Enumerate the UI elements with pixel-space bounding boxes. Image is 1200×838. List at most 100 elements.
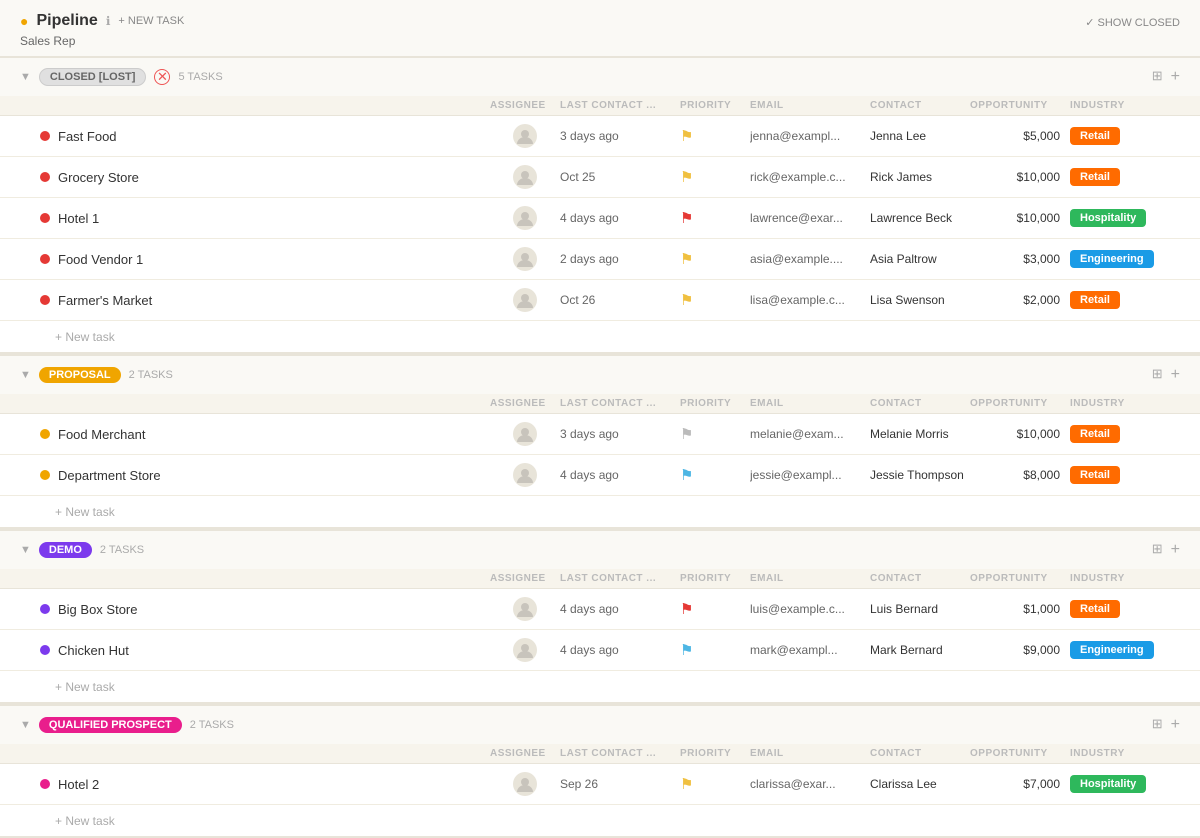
row-industry[interactable]: Retail xyxy=(1070,168,1180,186)
row-assignee xyxy=(490,597,560,621)
row-name-label: Food Merchant xyxy=(58,427,145,442)
row-name-1: Department Store xyxy=(40,468,490,483)
row-name-label: Department Store xyxy=(58,468,161,483)
row-industry[interactable]: Hospitality xyxy=(1070,209,1180,227)
industry-badge[interactable]: Engineering xyxy=(1070,250,1154,268)
col-opportunity: OPPORTUNITY xyxy=(970,748,1070,759)
grid-view-icon-closed-lost[interactable]: ⊞ xyxy=(1152,68,1163,86)
grid-view-icon-proposal[interactable]: ⊞ xyxy=(1152,366,1163,384)
col-email: EMAIL xyxy=(750,573,870,584)
table-row[interactable]: Hotel 2 Sep 26 ⚑ clarissa@exar... Claris… xyxy=(0,764,1200,805)
row-industry[interactable]: Retail xyxy=(1070,425,1180,443)
add-item-icon-proposal[interactable]: + xyxy=(1171,366,1180,384)
table-row[interactable]: Grocery Store Oct 25 ⚑ rick@example.c...… xyxy=(0,157,1200,198)
row-assignee xyxy=(490,463,560,487)
section-toggle-proposal[interactable]: ▼ xyxy=(20,369,31,381)
avatar-icon xyxy=(515,599,535,619)
priority-flag-gray: ⚑ xyxy=(680,426,693,443)
row-dot xyxy=(40,604,50,614)
industry-badge[interactable]: Retail xyxy=(1070,291,1120,309)
row-name-1: Grocery Store xyxy=(40,170,490,185)
section-header-proposal: ▼ PROPOSAL 2 TASKS ⊞ + xyxy=(0,354,1200,394)
industry-badge[interactable]: Retail xyxy=(1070,466,1120,484)
new-task-link[interactable]: + New task xyxy=(55,814,115,828)
avatar-icon xyxy=(515,249,535,269)
grid-view-icon-demo[interactable]: ⊞ xyxy=(1152,541,1163,559)
section-toggle-qualified-prospect[interactable]: ▼ xyxy=(20,719,31,731)
table-row[interactable]: Department Store 4 days ago ⚑ jessie@exa… xyxy=(0,455,1200,496)
new-task-link[interactable]: + New task xyxy=(55,330,115,344)
add-item-icon-demo[interactable]: + xyxy=(1171,541,1180,559)
row-opportunity: $10,000 xyxy=(970,211,1070,225)
row-industry[interactable]: Retail xyxy=(1070,466,1180,484)
col-opportunity: OPPORTUNITY xyxy=(970,573,1070,584)
new-task-row-proposal[interactable]: + New task xyxy=(0,496,1200,529)
row-dot xyxy=(40,131,50,141)
priority-flag-blue: ⚑ xyxy=(680,467,693,484)
industry-badge[interactable]: Retail xyxy=(1070,168,1120,186)
section-task-count-demo: 2 TASKS xyxy=(100,544,144,556)
row-dot xyxy=(40,470,50,480)
new-task-link[interactable]: + New task xyxy=(55,505,115,519)
row-name-0: Hotel 2 xyxy=(40,777,490,792)
row-email: asia@example.... xyxy=(750,252,870,266)
row-email: jenna@exampl... xyxy=(750,129,870,143)
add-item-icon-qualified-prospect[interactable]: + xyxy=(1171,716,1180,734)
industry-badge[interactable]: Retail xyxy=(1070,425,1120,443)
row-industry[interactable]: Engineering xyxy=(1070,250,1180,268)
industry-badge[interactable]: Retail xyxy=(1070,127,1120,145)
table-row[interactable]: Food Vendor 1 2 days ago ⚑ asia@example.… xyxy=(0,239,1200,280)
col-priority: PRIORITY xyxy=(680,748,750,759)
row-industry[interactable]: Retail xyxy=(1070,291,1180,309)
row-industry[interactable]: Retail xyxy=(1070,600,1180,618)
col-assignee: ASSIGNEE xyxy=(490,398,560,409)
row-name-0: Food Merchant xyxy=(40,427,490,442)
section-header-closed-lost: ▼ CLOSED [LOST] ✕ 5 TASKS ⊞ + xyxy=(0,56,1200,96)
grid-view-icon-qualified-prospect[interactable]: ⊞ xyxy=(1152,716,1163,734)
row-last-contact: 4 days ago xyxy=(560,211,680,225)
col-contact: CONTACT xyxy=(870,573,970,584)
industry-badge[interactable]: Engineering xyxy=(1070,641,1154,659)
table-row[interactable]: Hotel 1 4 days ago ⚑ lawrence@exar... La… xyxy=(0,198,1200,239)
row-name-label: Hotel 2 xyxy=(58,777,99,792)
table-row[interactable]: Chicken Hut 4 days ago ⚑ mark@exampl... … xyxy=(0,630,1200,671)
row-industry[interactable]: Hospitality xyxy=(1070,775,1180,793)
row-priority: ⚑ xyxy=(680,600,750,618)
row-name-label: Hotel 1 xyxy=(58,211,99,226)
row-assignee xyxy=(490,772,560,796)
priority-flag-yellow: ⚑ xyxy=(680,128,693,145)
row-opportunity: $2,000 xyxy=(970,293,1070,307)
new-task-row-demo[interactable]: + New task xyxy=(0,671,1200,704)
table-row[interactable]: Big Box Store 4 days ago ⚑ luis@example.… xyxy=(0,589,1200,630)
new-task-button[interactable]: + NEW TASK xyxy=(118,15,184,27)
show-closed-button[interactable]: ✓ SHOW CLOSED xyxy=(1085,17,1180,29)
industry-badge[interactable]: Hospitality xyxy=(1070,209,1146,227)
avatar-icon xyxy=(515,774,535,794)
row-industry[interactable]: Engineering xyxy=(1070,641,1180,659)
industry-badge[interactable]: Retail xyxy=(1070,600,1120,618)
table-row[interactable]: Food Merchant 3 days ago ⚑ melanie@exam.… xyxy=(0,414,1200,455)
row-assignee xyxy=(490,247,560,271)
table-row[interactable]: Fast Food 3 days ago ⚑ jenna@exampl... J… xyxy=(0,116,1200,157)
row-dot xyxy=(40,172,50,182)
avatar xyxy=(513,463,537,487)
col-header-closed-lost: ASSIGNEE LAST CONTACT ... PRIORITY EMAIL… xyxy=(0,96,1200,116)
col-name xyxy=(40,100,490,111)
row-industry[interactable]: Retail xyxy=(1070,127,1180,145)
section-toggle-closed-lost[interactable]: ▼ xyxy=(20,71,31,83)
new-task-row-qualified-prospect[interactable]: + New task xyxy=(0,805,1200,838)
new-task-link[interactable]: + New task xyxy=(55,680,115,694)
col-contact: CONTACT xyxy=(870,100,970,111)
industry-badge[interactable]: Hospitality xyxy=(1070,775,1146,793)
pipeline-toggle[interactable]: ● xyxy=(20,13,28,29)
table-row[interactable]: Farmer's Market Oct 26 ⚑ lisa@example.c.… xyxy=(0,280,1200,321)
row-opportunity: $7,000 xyxy=(970,777,1070,791)
section-toggle-demo[interactable]: ▼ xyxy=(20,544,31,556)
add-item-icon-closed-lost[interactable]: + xyxy=(1171,68,1180,86)
new-task-row-closed-lost[interactable]: + New task xyxy=(0,321,1200,354)
col-last-contact: LAST CONTACT ... xyxy=(560,573,680,584)
row-name-1: Chicken Hut xyxy=(40,643,490,658)
page-title: Pipeline xyxy=(36,12,97,30)
section-badge-proposal: PROPOSAL xyxy=(39,367,121,383)
section-task-count-closed-lost: 5 TASKS xyxy=(178,71,222,83)
